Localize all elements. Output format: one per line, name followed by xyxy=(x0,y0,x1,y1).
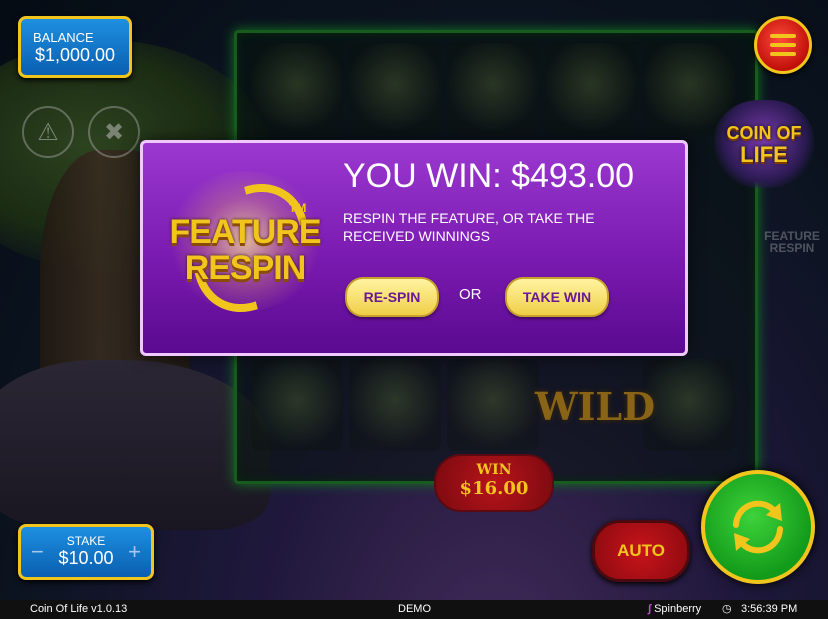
coin-of-life-logo: COIN OF LIFE xyxy=(714,100,814,188)
logo-line1: COIN OF xyxy=(726,123,802,143)
warning-icon[interactable]: ⚠ xyxy=(22,106,74,158)
respin-button[interactable]: RE-SPIN xyxy=(345,277,439,317)
badge-line2: RESPIN xyxy=(184,249,307,287)
stake-increase-button[interactable]: + xyxy=(128,539,141,565)
tools-icon[interactable]: ✖ xyxy=(88,106,140,158)
stake-control: − STAKE $10.00 + xyxy=(18,524,154,580)
brand-mark-icon: ∫ xyxy=(648,603,652,615)
feature-respin-badge: FEATURE RESPIN TM xyxy=(165,162,332,334)
win-value: $16.00 xyxy=(459,478,529,499)
auto-button[interactable]: AUTO xyxy=(592,520,690,582)
footer-bar: Coin Of Life v1.0.13 DEMO ∫ Spinberry ◷ … xyxy=(0,600,828,619)
balance-display: BALANCE $1,000.00 xyxy=(18,16,132,78)
take-win-button[interactable]: TAKE WIN xyxy=(505,277,609,317)
balance-label: BALANCE xyxy=(33,30,94,45)
spin-button[interactable] xyxy=(701,470,815,584)
clock-time: 3:56:39 PM xyxy=(741,603,798,615)
hamburger-menu-icon[interactable] xyxy=(754,16,812,74)
side-feature-line2: RESPIN xyxy=(769,241,815,255)
stake-decrease-button[interactable]: − xyxy=(31,539,44,565)
win-description: RESPIN THE FEATURE, OR TAKE THE RECEIVED… xyxy=(343,210,595,244)
clock-icon: ◷ xyxy=(722,603,732,615)
brand-name: Spinberry xyxy=(654,603,702,615)
win-popup-dialog: FEATURE RESPIN TM YOU WIN: $493.00 RESPI… xyxy=(140,140,688,356)
brand-logo: ∫ Spinberry xyxy=(648,603,701,615)
badge-trademark: TM xyxy=(289,201,307,215)
or-label: OR xyxy=(459,286,482,303)
mode-label: DEMO xyxy=(398,603,431,615)
side-feature-respin-badge: FEATURE RESPIN xyxy=(760,230,824,254)
balance-value: $1,000.00 xyxy=(34,45,116,65)
win-amount-title: YOU WIN: $493.00 xyxy=(343,157,635,195)
badge-line1: FEATURE xyxy=(169,213,321,251)
logo-line2: LIFE xyxy=(740,142,788,167)
win-label: WIN xyxy=(476,462,512,478)
game-version: Coin Of Life v1.0.13 xyxy=(30,603,128,615)
win-display: WIN $16.00 xyxy=(434,454,554,512)
spin-arrows-icon xyxy=(733,500,783,554)
